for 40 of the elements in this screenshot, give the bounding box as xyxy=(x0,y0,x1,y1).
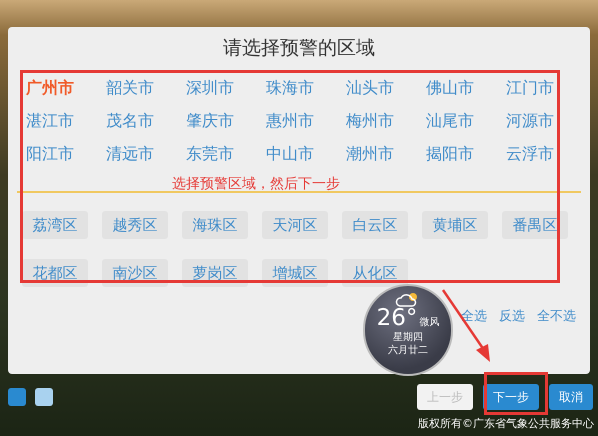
city-option[interactable]: 韶关市 xyxy=(106,76,186,99)
wind-text: 微风 xyxy=(419,316,440,330)
city-option[interactable]: 汕尾市 xyxy=(426,109,506,132)
district-chip[interactable]: 番禺区 xyxy=(502,211,568,239)
city-option[interactable]: 河源市 xyxy=(506,109,586,132)
selection-link[interactable]: 反选 xyxy=(499,307,525,326)
district-chip[interactable]: 天河区 xyxy=(262,211,328,239)
temperature-text: 26° xyxy=(376,306,418,330)
selection-link[interactable]: 全不选 xyxy=(537,307,576,326)
city-option[interactable]: 惠州市 xyxy=(266,109,346,132)
city-option[interactable]: 梅州市 xyxy=(346,109,426,132)
city-option[interactable]: 肇庆市 xyxy=(186,109,266,132)
city-option[interactable]: 东莞市 xyxy=(186,142,266,165)
city-option[interactable]: 中山市 xyxy=(266,142,346,165)
dialog-title: 请选择预警的区域 xyxy=(223,36,375,61)
city-option[interactable]: 湛江市 xyxy=(26,109,106,132)
district-chip[interactable]: 黄埔区 xyxy=(422,211,488,239)
city-option[interactable]: 阳江市 xyxy=(26,142,106,165)
lunar-date-text: 六月廿二 xyxy=(388,344,428,357)
district-chip[interactable]: 海珠区 xyxy=(182,211,248,239)
city-option[interactable]: 清远市 xyxy=(106,142,186,165)
city-option[interactable]: 江门市 xyxy=(506,76,586,99)
city-option[interactable]: 广州市 xyxy=(26,76,106,99)
city-option[interactable]: 佛山市 xyxy=(426,76,506,99)
city-option[interactable]: 潮州市 xyxy=(346,142,426,165)
district-chip[interactable]: 白云区 xyxy=(342,211,408,239)
copyright-footer: 版权所有©广东省气象公共服务中心 xyxy=(418,417,594,430)
city-option[interactable]: 深圳市 xyxy=(186,76,266,99)
city-option[interactable]: 云浮市 xyxy=(506,142,586,165)
city-option[interactable]: 揭阳市 xyxy=(426,142,506,165)
weekday-text: 星期四 xyxy=(393,331,423,344)
city-option[interactable]: 茂名市 xyxy=(106,109,186,132)
district-chip[interactable]: 越秀区 xyxy=(102,211,168,239)
city-option[interactable]: 汕头市 xyxy=(346,76,426,99)
city-option[interactable]: 珠海市 xyxy=(266,76,346,99)
annotation-frame xyxy=(484,372,548,415)
step-button[interactable]: 取消 xyxy=(549,384,593,410)
annotation-text: 选择预警区域，然后下一步 xyxy=(172,175,340,193)
district-chip[interactable]: 荔湾区 xyxy=(22,211,88,239)
step-button[interactable]: 下一步 xyxy=(483,384,539,410)
